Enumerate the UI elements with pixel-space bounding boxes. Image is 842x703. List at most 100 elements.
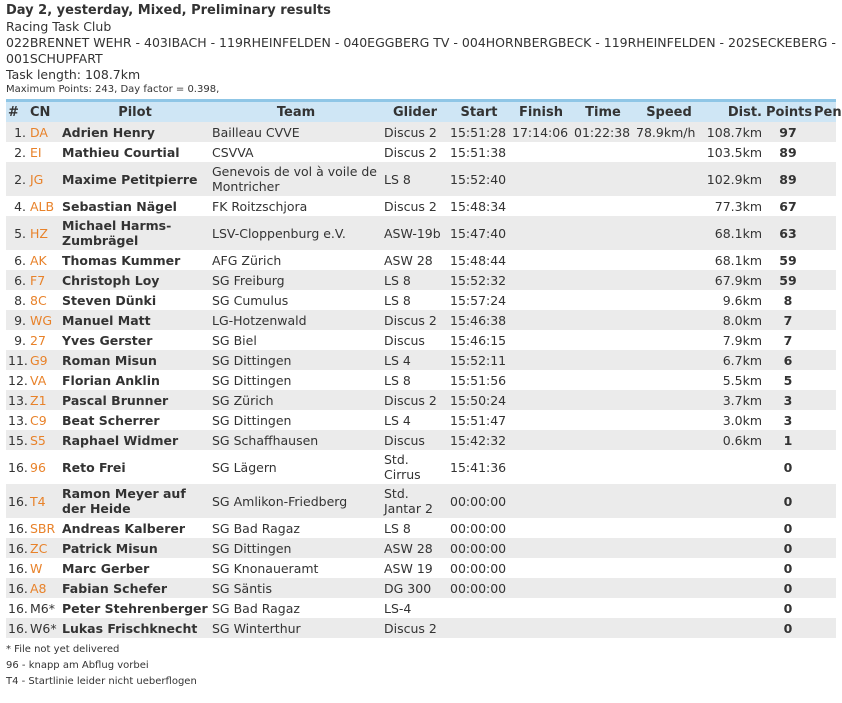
dist-cell: 67.9km (714, 272, 762, 288)
cn-link[interactable]: VA (28, 370, 60, 390)
glider-cell: LS 8 (384, 520, 411, 536)
start-cell: 15:50:24 (450, 392, 507, 408)
dist-cell: 108.7km (706, 124, 762, 140)
pilot-cell: Florian Anklin (62, 372, 160, 388)
cn-link[interactable]: HZ (28, 216, 60, 250)
table-row: 16. A8 Fabian Schefer SG Säntis DG 300 00:00:… (6, 578, 836, 598)
glider-cell: LS 8 (384, 171, 411, 187)
cn-link[interactable]: 27 (28, 330, 60, 350)
start-cell: 15:51:28 (450, 124, 507, 140)
dist-cell (704, 618, 764, 638)
finish-cell (510, 196, 572, 216)
speed-cell (634, 538, 704, 558)
speed-cell (634, 518, 704, 538)
footnote: 96 - knapp am Abflug vorbei (6, 660, 149, 671)
pilot-cell: Manuel Matt (62, 312, 151, 328)
speed-cell (634, 250, 704, 270)
start-cell: 00:00:00 (450, 560, 507, 576)
start-cell: 15:52:32 (450, 272, 507, 288)
cn-link[interactable]: Z1 (28, 390, 60, 410)
pen-cell (812, 290, 836, 310)
cn-link[interactable]: ZC (28, 538, 60, 558)
team-cell: SG Schaffhausen (212, 432, 319, 448)
cn-link[interactable]: EI (28, 142, 60, 162)
rank-cell: 15. (8, 432, 28, 448)
cn-link[interactable]: SBR (28, 518, 60, 538)
max-points: Maximum Points: 243, Day factor = 0.398, (6, 84, 220, 95)
pilot-cell: Adrien Henry (62, 124, 155, 140)
cn-link[interactable]: T4 (28, 484, 60, 518)
table-row: 9. 27 Yves Gerster SG Biel Discus 15:46:15 7.9… (6, 330, 836, 350)
rank-cell: 9. (14, 312, 26, 328)
time-cell (572, 598, 634, 618)
dist-cell: 8.0km (722, 312, 762, 328)
rank-cell: 12. (8, 372, 28, 388)
pilot-cell: Reto Frei (62, 459, 126, 475)
table-row: 1. DA Adrien Henry Bailleau CVVE Discus 2 15:… (6, 122, 836, 142)
table-row: 2. EI Mathieu Courtial CSVVA Discus 2 15:51:3… (6, 142, 836, 162)
glider-cell: LS 8 (384, 292, 411, 308)
col-points-header: Points (766, 104, 813, 120)
cn-link[interactable]: WG (28, 310, 60, 330)
col-time-header: Time (585, 104, 621, 120)
table-row: 11. G9 Roman Misun SG Dittingen LS 4 15:52:11… (6, 350, 836, 370)
dist-cell: 77.3km (714, 198, 762, 214)
points-cell: 89 (779, 171, 797, 187)
pen-cell (812, 122, 836, 142)
finish-cell (510, 450, 572, 484)
cn-link[interactable]: W (28, 558, 60, 578)
cn-link[interactable]: F7 (28, 270, 60, 290)
cn-link[interactable]: JG (28, 162, 60, 196)
team-cell: SG Zürich (212, 392, 274, 408)
cn-link[interactable]: 8C (28, 290, 60, 310)
cn-link[interactable]: ALB (28, 196, 60, 216)
finish-cell (510, 410, 572, 430)
pilot-cell: Raphael Widmer (62, 432, 179, 448)
cn-link[interactable]: DA (28, 122, 60, 142)
team-cell: SG Säntis (212, 580, 272, 596)
table-row: 12. VA Florian Anklin SG Dittingen LS 8 15:51… (6, 370, 836, 390)
points-cell: 7 (783, 332, 793, 348)
pilot-cell: Steven Dünki (62, 292, 157, 308)
pen-cell (812, 196, 836, 216)
cn-link[interactable]: 96 (28, 450, 60, 484)
time-cell (572, 330, 634, 350)
pilot-cell: Michael Harms-Zumbrägel (62, 218, 172, 248)
rank-cell: 16. (8, 600, 28, 616)
cn-link[interactable]: G9 (28, 350, 60, 370)
pen-cell (812, 618, 836, 638)
cn-link[interactable]: A8 (28, 578, 60, 598)
time-cell (572, 518, 634, 538)
finish-cell (510, 558, 572, 578)
finish-cell (510, 598, 572, 618)
team-cell: SG Amlikon-Friedberg (212, 493, 348, 509)
table-row: 16. M6* Peter Stehrenberger SG Bad Ragaz LS-… (6, 598, 836, 618)
club-name: Racing Task Club (6, 19, 112, 34)
dist-cell: 3.7km (722, 392, 762, 408)
pen-cell (812, 484, 836, 518)
dist-cell: 102.9km (706, 171, 762, 187)
pen-cell (812, 450, 836, 484)
pilot-cell: Ramon Meyer auf der Heide (62, 486, 186, 516)
rank-cell: 5. (14, 225, 26, 241)
pen-cell (812, 518, 836, 538)
start-cell (448, 598, 510, 618)
glider-cell: Discus (384, 332, 425, 348)
rank-cell: 16. (8, 620, 28, 636)
finish-cell (510, 538, 572, 558)
dist-cell: 7.9km (722, 332, 762, 348)
cn-link[interactable]: S5 (28, 430, 60, 450)
time-cell (572, 142, 634, 162)
pilot-cell: Andreas Kalberer (62, 520, 186, 536)
team-cell: SG Lägern (212, 459, 277, 475)
rank-cell: 16. (8, 520, 28, 536)
glider-cell: LS 8 (384, 372, 411, 388)
finish-cell (510, 216, 572, 250)
cn-link[interactable]: AK (28, 250, 60, 270)
col-speed-header: Speed (646, 104, 692, 120)
team-cell: CSVVA (212, 144, 254, 160)
dist-cell (704, 538, 764, 558)
rank-cell: 6. (14, 252, 26, 268)
cn-link[interactable]: C9 (28, 410, 60, 430)
pen-cell (812, 270, 836, 290)
